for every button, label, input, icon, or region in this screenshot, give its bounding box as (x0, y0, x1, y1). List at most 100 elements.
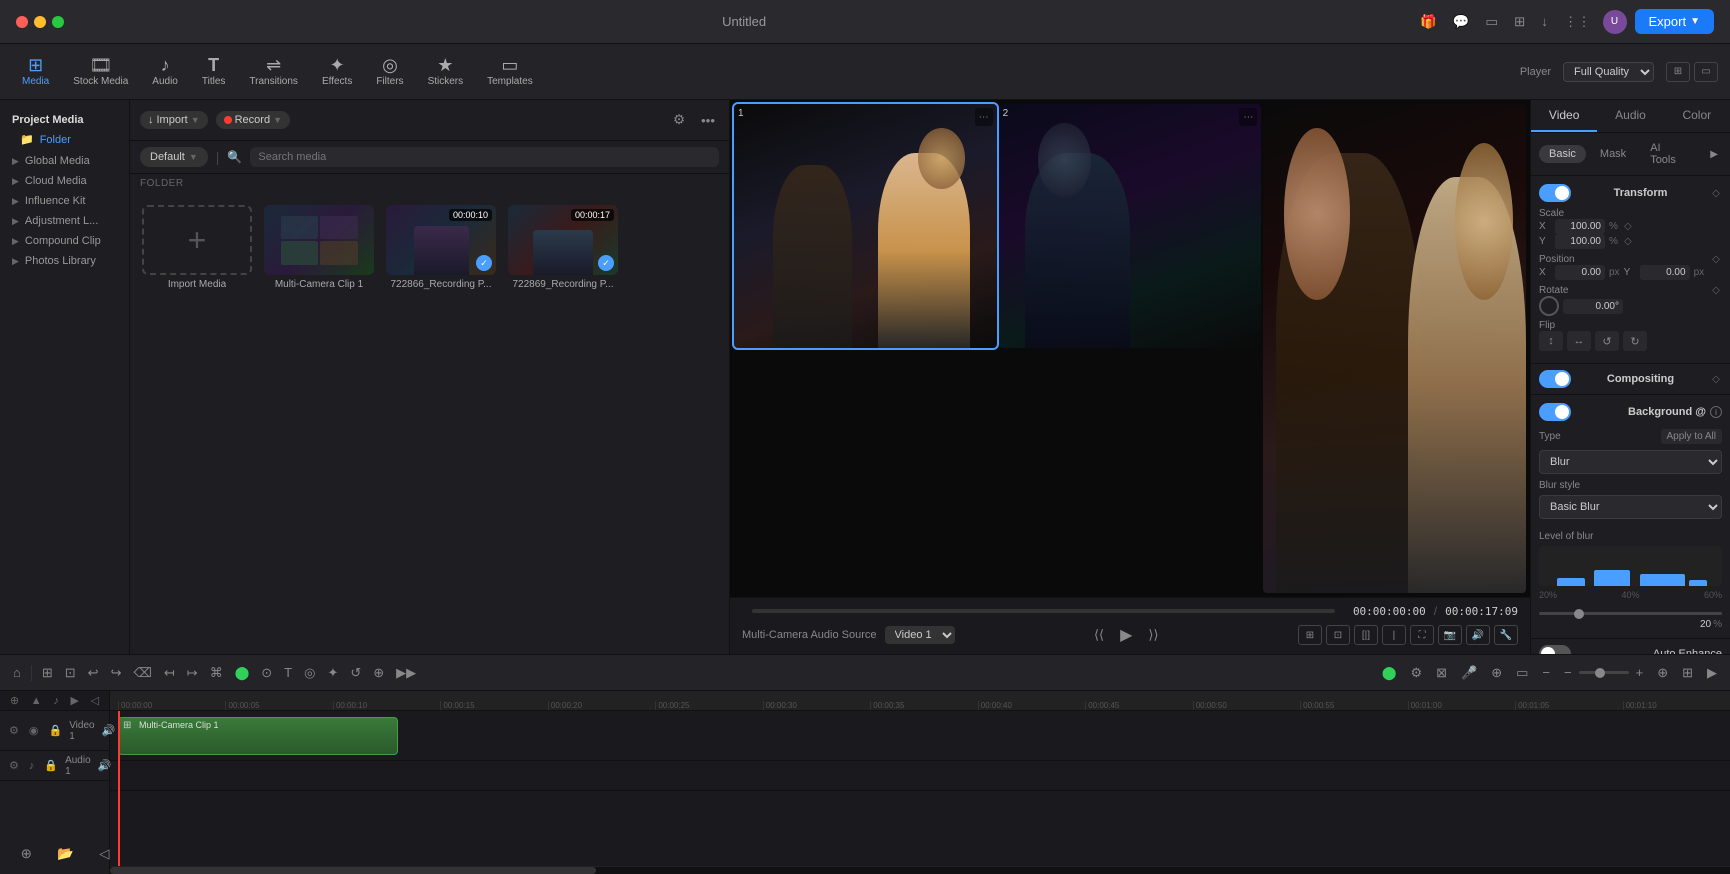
compositing-keyframe[interactable]: ◇ (1710, 373, 1722, 385)
tl-stab-btn[interactable]: ⬤ (230, 662, 255, 684)
recording2-item[interactable]: 00:00:17 ✓ 722869_Recording P... (508, 205, 618, 290)
multicam-clip-item[interactable]: Multi-Camera Clip 1 (264, 205, 374, 290)
audio-track-lock[interactable]: 🔒 (41, 758, 61, 773)
tl-vol-btn[interactable]: − (1537, 662, 1555, 683)
grid-icon[interactable]: ⋮⋮ (1560, 10, 1595, 34)
scale-x-input[interactable] (1555, 219, 1605, 234)
tl-left-audio-btn[interactable]: ♪ (50, 694, 62, 708)
video-track-lock[interactable]: 🔒 (45, 723, 65, 738)
timeline-scrollbar[interactable] (110, 866, 1730, 874)
level-slider[interactable] (1539, 612, 1722, 615)
split-icon[interactable]: | (1382, 625, 1406, 645)
sidebar-item-folder[interactable]: 📁 Folder (0, 128, 129, 151)
tl-grid-btn[interactable]: ⊞ (1677, 662, 1698, 684)
tl-mic-btn[interactable]: 🎤 (1456, 662, 1482, 684)
tab-color[interactable]: Color (1664, 100, 1730, 132)
export-button[interactable]: Export ▼ (1635, 9, 1714, 34)
download-icon[interactable]: ↓ (1537, 10, 1552, 33)
record-button[interactable]: Record ▼ (216, 111, 290, 129)
tl-loop-btn[interactable]: ↺ (345, 662, 366, 684)
tl-marker-btn[interactable]: ⊕ (1652, 662, 1673, 684)
tool-titles[interactable]: T Titles (192, 52, 236, 91)
video-clip[interactable]: ⊞ Multi-Camera Clip 1 (118, 717, 398, 755)
fullscreen-icon[interactable]: ⛶ (1410, 625, 1434, 645)
import-button[interactable]: ↓ Import ▼ (140, 111, 208, 129)
rotate-keyframe[interactable]: ◇ (1710, 284, 1722, 296)
pos-y-input[interactable] (1640, 265, 1690, 280)
flip-horizontal-btn[interactable]: ↔ (1567, 331, 1591, 351)
view-grid-btn[interactable]: ⊞ (1666, 62, 1690, 82)
gift-icon[interactable]: 🎁 (1416, 10, 1441, 34)
tl-left-collapse-btn[interactable]: ◁ (88, 693, 102, 708)
tool-audio[interactable]: ♪ Audio (142, 52, 188, 91)
sidebar-item-compound-clip[interactable]: ▶ Compound Clip (0, 231, 129, 251)
tl-mark-btn[interactable]: ⊕ (368, 662, 389, 684)
rotate-input[interactable] (1563, 299, 1623, 314)
tl-undo-btn[interactable]: ↩ (83, 662, 104, 684)
tl-record-btn[interactable]: ⊕ (1486, 662, 1507, 684)
tool-media[interactable]: ⊞ Media (12, 52, 59, 91)
timeline-playhead[interactable] (118, 711, 120, 866)
video-track-settings[interactable]: ⚙ (6, 723, 22, 738)
background-toggle[interactable] (1539, 403, 1571, 421)
zoom-in-btn[interactable]: + (1631, 662, 1649, 683)
tool-templates[interactable]: ▭ Templates (477, 52, 543, 91)
tl-more-btn[interactable]: ▶▶ (391, 662, 421, 684)
search-input[interactable] (250, 147, 719, 167)
tl-track-btn[interactable]: ▭ (1511, 662, 1533, 684)
video-track-eye[interactable]: ◉ (26, 723, 42, 738)
preview-screen-2[interactable]: 2 ⋯ (999, 104, 1262, 348)
tl-trim-end-btn[interactable]: ↦ (182, 662, 203, 684)
tl-split-btn[interactable]: ⊡ (60, 662, 81, 684)
expand-icon[interactable]: ⊞ (1298, 625, 1322, 645)
compositing-toggle[interactable] (1539, 370, 1571, 388)
sidebar-item-adjustment[interactable]: ▶ Adjustment L... (0, 211, 129, 231)
tool-filters[interactable]: ◎ Filters (366, 52, 413, 91)
view-single-btn[interactable]: ▭ (1694, 62, 1718, 82)
minimize-button[interactable] (34, 16, 46, 28)
tl-redo-btn[interactable]: ↪ (106, 662, 127, 684)
preview-screen-1[interactable]: 1 ⋯ (734, 104, 997, 348)
scrollbar-thumb[interactable] (110, 867, 596, 874)
sidebar-item-influence-kit[interactable]: ▶ Influence Kit (0, 191, 129, 211)
flip-ccw-btn[interactable]: ↺ (1595, 331, 1619, 351)
tl-ripple-btn[interactable]: ⌘ (205, 662, 228, 684)
tab-audio[interactable]: Audio (1597, 100, 1663, 132)
tl-left-vid-btn[interactable]: ▶ (68, 693, 82, 708)
recording1-item[interactable]: 00:00:10 ✓ 722866_Recording P... (386, 205, 496, 290)
blur-style-select[interactable]: Basic Blur Gaussian Blur (1539, 495, 1722, 519)
close-button[interactable] (16, 16, 28, 28)
skip-fwd-btn[interactable]: ⟩⟩ (1143, 624, 1163, 646)
flip-cw-btn[interactable]: ↻ (1623, 331, 1647, 351)
crop-icon[interactable]: ⊡ (1326, 625, 1350, 645)
sidebar-item-photos-library[interactable]: ▶ Photos Library (0, 251, 129, 271)
tl-snap-btn[interactable]: ⊠ (1431, 662, 1452, 684)
tl-mute-btn[interactable]: ⬤ (1377, 662, 1402, 684)
tool-effects[interactable]: ✦ Effects (312, 52, 362, 91)
subtab-ai-tools[interactable]: AI Tools (1640, 139, 1698, 169)
scale-y-input[interactable] (1555, 234, 1605, 249)
audio-track-settings[interactable]: ⚙ (6, 758, 22, 773)
more-options-icon[interactable]: ••• (697, 109, 719, 132)
import-media-thumb[interactable]: + (142, 205, 252, 275)
audio-track-eye[interactable]: ♪ (26, 759, 38, 773)
tl-delete-btn[interactable]: ⌫ (128, 662, 156, 684)
play-btn[interactable]: ▶ (1115, 622, 1137, 648)
sidebar-item-global-media[interactable]: ▶ Global Media (0, 151, 129, 171)
tl-effect-btn[interactable]: ✦ (322, 662, 343, 684)
tl-speed-btn[interactable]: ⊙ (256, 662, 277, 684)
chat-icon[interactable]: 💬 (1449, 10, 1474, 34)
quality-select[interactable]: Full Quality Half Quality (1563, 62, 1654, 82)
transform-toggle[interactable] (1539, 184, 1571, 202)
apply-all-btn[interactable]: Apply to All (1661, 429, 1722, 444)
layout-icon[interactable]: ▭ (1481, 10, 1502, 34)
tab-video[interactable]: Video (1531, 100, 1597, 132)
zoom-slider[interactable] (1579, 671, 1629, 674)
maximize-button[interactable] (52, 16, 64, 28)
progress-bar[interactable] (752, 609, 1335, 613)
tool-stickers[interactable]: ★ Stickers (418, 52, 474, 91)
import-media-item[interactable]: + Import Media (142, 205, 252, 290)
auto-enhance-toggle[interactable] (1539, 645, 1571, 654)
flip-vertical-btn[interactable]: ↕ (1539, 331, 1563, 351)
position-keyframe[interactable]: ◇ (1710, 253, 1722, 265)
